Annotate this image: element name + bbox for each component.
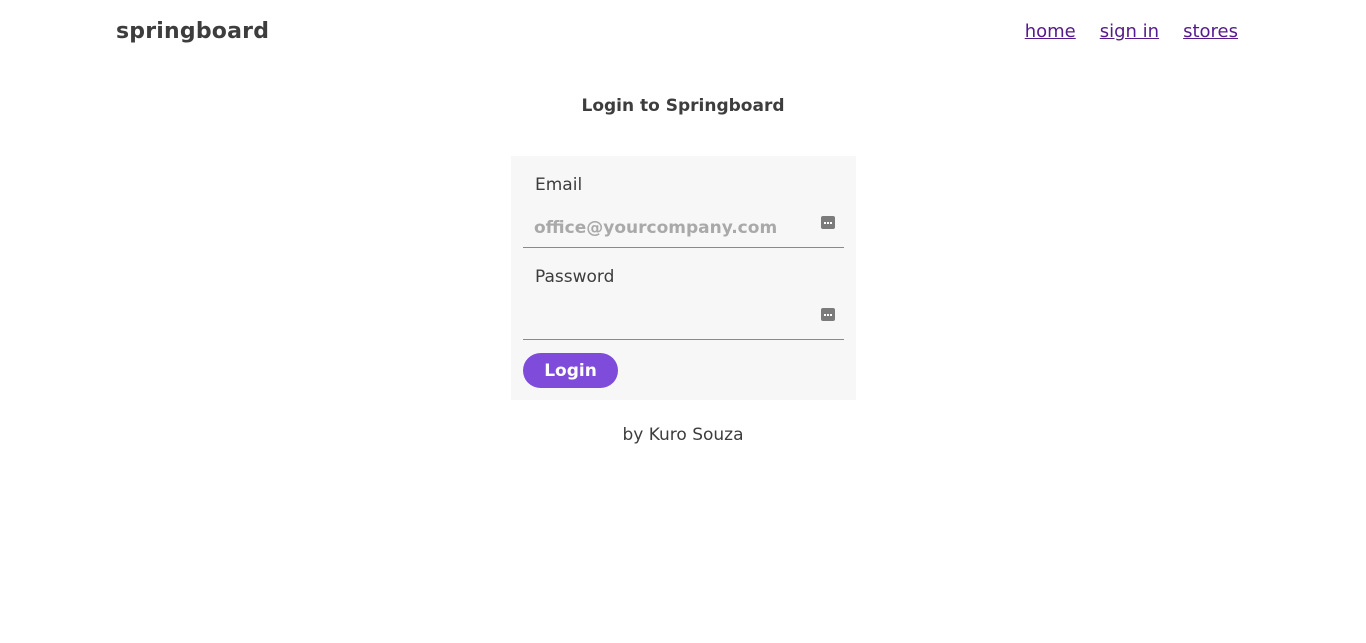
login-button[interactable]: Login — [523, 353, 618, 388]
nav-link-sign-in[interactable]: sign in — [1100, 21, 1159, 42]
password-manager-icon[interactable] — [821, 216, 835, 229]
password-field[interactable] — [523, 300, 844, 340]
nav-link-home[interactable]: home — [1025, 21, 1076, 42]
brand-logo[interactable]: springboard — [116, 19, 269, 44]
password-manager-icon[interactable] — [821, 308, 835, 321]
page-title: Login to Springboard — [581, 96, 785, 116]
login-page: springboard home sign in stores Login to… — [0, 0, 1366, 643]
email-label: Email — [535, 175, 583, 195]
login-form: Email Password Login — [511, 156, 856, 400]
password-label: Password — [535, 267, 615, 287]
nav-link-stores[interactable]: stores — [1183, 21, 1238, 42]
author-credit: by Kuro Souza — [622, 425, 744, 445]
top-nav: home sign in stores — [1025, 21, 1238, 42]
email-field[interactable] — [523, 208, 844, 248]
